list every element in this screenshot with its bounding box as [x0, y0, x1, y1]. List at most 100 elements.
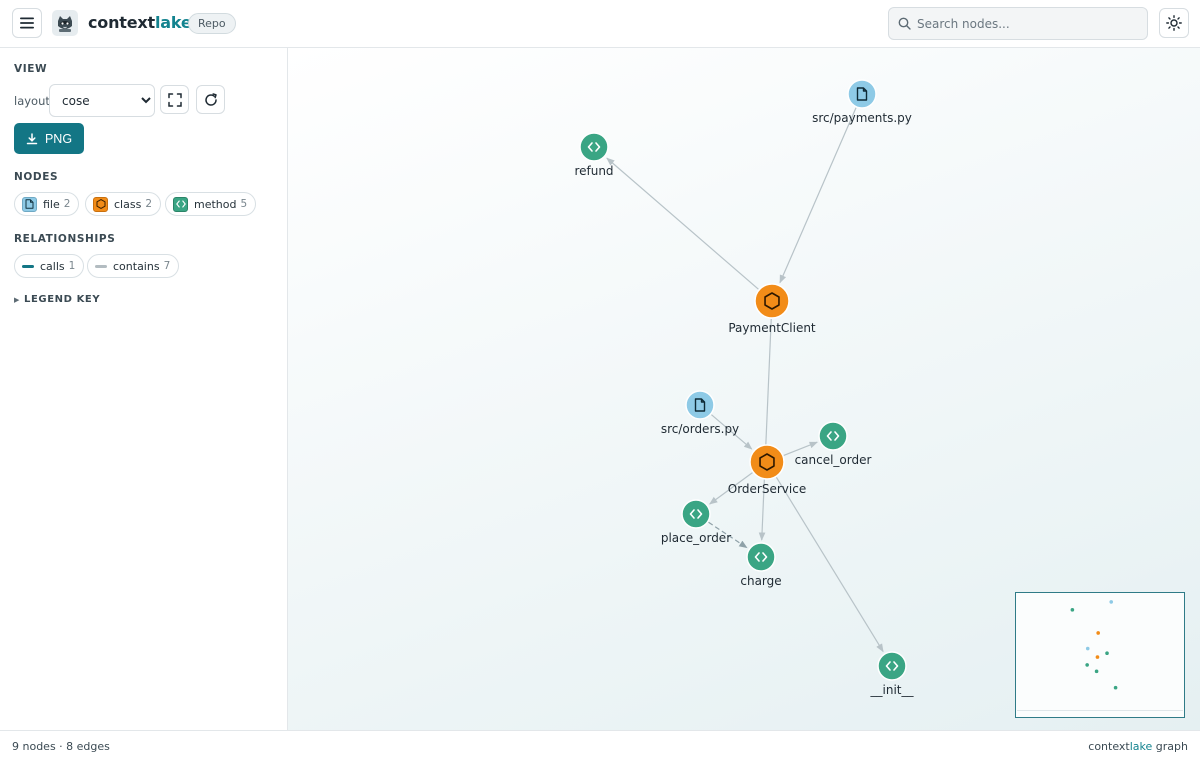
node-circle[interactable] [681, 499, 711, 529]
graph-node-payments[interactable]: src/payments.py [812, 79, 912, 125]
graph-node-cancel_order[interactable]: cancel_order [795, 421, 872, 467]
node-label: src/orders.py [661, 422, 739, 436]
node-label: OrderService [728, 482, 806, 496]
layout-label: layout [14, 94, 50, 108]
relationships-section-title: RELATIONSHIPS [14, 233, 116, 245]
refresh-layout-button[interactable] [196, 85, 225, 114]
relationship-filter-contains[interactable]: contains 7 [87, 254, 180, 278]
line-swatch-icon [95, 264, 107, 268]
node-circle[interactable] [746, 542, 776, 572]
menu-button[interactable] [12, 8, 42, 38]
minimap[interactable] [1015, 592, 1185, 718]
brand-part-2: lake [154, 13, 192, 32]
relationship-count: 1 [68, 260, 76, 272]
node-circle[interactable] [818, 421, 848, 451]
app-logo [52, 10, 78, 36]
relationship-label: calls [40, 259, 65, 273]
footer-brand-suffix: graph [1152, 740, 1188, 753]
relationship-filter-calls[interactable]: calls 1 [14, 254, 85, 278]
code-icon [173, 196, 188, 212]
graph-node-orders[interactable]: src/orders.py [661, 390, 739, 436]
line-swatch-icon [22, 264, 34, 268]
status-bar: 9 nodes · 8 edges contextlake graph [0, 730, 1200, 760]
hamburger-icon [20, 17, 34, 29]
edge-contains[interactable] [758, 318, 772, 541]
edge-contains[interactable] [775, 477, 884, 653]
view-section-title: VIEW [14, 63, 48, 75]
download-icon [26, 132, 38, 144]
node-label: cancel_order [795, 453, 872, 467]
sun-icon [1166, 15, 1182, 31]
export-png-button[interactable]: PNG [14, 123, 84, 154]
nodes-section-title: NODES [14, 171, 59, 183]
graph-node-paymentclient[interactable]: PaymentClient [728, 283, 816, 335]
node-circle[interactable] [847, 79, 877, 109]
refresh-icon [204, 92, 217, 106]
brand-part-1: context [88, 13, 155, 32]
sidebar: VIEW layout cose PNG NODES file 2 class … [0, 48, 288, 730]
theme-toggle-button[interactable] [1159, 8, 1189, 38]
graph-stats: 9 nodes · 8 edges [12, 740, 110, 753]
node-type-count: 2 [145, 198, 152, 210]
node-circle[interactable] [579, 132, 609, 162]
fullscreen-icon [167, 92, 182, 107]
minimap-dot [1094, 669, 1099, 674]
footer-brand: contextlake graph [1088, 740, 1188, 753]
edges-layer [606, 107, 884, 653]
node-filter-class[interactable]: class 2 [85, 192, 161, 216]
minimap-dot [1105, 651, 1109, 655]
node-type-label: method [194, 197, 237, 211]
node-circle[interactable] [749, 444, 785, 480]
node-type-count: 2 [63, 198, 71, 210]
node-label: __init__ [870, 683, 915, 697]
app-header: contextlake Repo [0, 0, 1200, 48]
legend-key-toggle[interactable]: ▶ LEGEND KEY [14, 294, 100, 305]
node-circle[interactable] [754, 283, 790, 319]
graph-node-place_order[interactable]: place_order [661, 499, 731, 545]
search-icon [898, 17, 911, 30]
raccoon-logo-icon [58, 16, 72, 32]
hexagon-icon [93, 196, 108, 212]
node-label: PaymentClient [728, 321, 816, 335]
triangle-right-icon: ▶ [14, 296, 20, 304]
search-box[interactable] [888, 7, 1148, 40]
minimap-dot [1070, 608, 1075, 612]
edge-contains[interactable] [606, 157, 759, 290]
edge-contains[interactable] [779, 107, 857, 284]
minimap-dot [1085, 646, 1090, 651]
minimap-dot [1096, 631, 1100, 635]
minimap-dots [1070, 600, 1118, 690]
nodes-layer: src/payments.py refund PaymentClient src/or… [574, 79, 915, 697]
brand-name: contextlake [88, 13, 192, 32]
footer-brand-part-1: context [1088, 740, 1130, 753]
node-type-label: class [114, 197, 142, 211]
legend-key-label: LEGEND KEY [23, 294, 101, 305]
node-circle[interactable] [685, 390, 715, 420]
graph-node-refund[interactable]: refund [574, 132, 614, 178]
node-label: charge [740, 574, 781, 588]
png-label: PNG [44, 131, 73, 146]
node-type-count: 5 [240, 198, 248, 210]
relationship-count: 7 [163, 260, 171, 272]
minimap-dot [1113, 685, 1118, 690]
file-icon [22, 196, 37, 212]
search-input[interactable] [917, 8, 1142, 39]
node-label: refund [574, 164, 613, 178]
repo-badge: Repo [188, 13, 236, 34]
layout-select[interactable]: cose [49, 84, 155, 117]
footer-brand-part-2: lake [1129, 740, 1153, 753]
node-circle[interactable] [877, 651, 907, 681]
minimap-dot [1095, 655, 1100, 659]
fit-view-button[interactable] [160, 85, 189, 114]
graph-node-init[interactable]: __init__ [870, 651, 915, 697]
minimap-dot [1109, 600, 1114, 604]
minimap-dot [1085, 663, 1089, 667]
node-filter-file[interactable]: file 2 [14, 192, 80, 216]
node-type-label: file [43, 197, 60, 211]
graph-node-charge[interactable]: charge [740, 542, 782, 588]
relationship-label: contains [113, 259, 160, 273]
node-label: src/payments.py [812, 111, 912, 125]
graph-canvas[interactable]: src/payments.py refund PaymentClient src/or… [288, 48, 1200, 730]
node-filter-method[interactable]: method 5 [165, 192, 257, 216]
node-label: place_order [661, 531, 731, 545]
